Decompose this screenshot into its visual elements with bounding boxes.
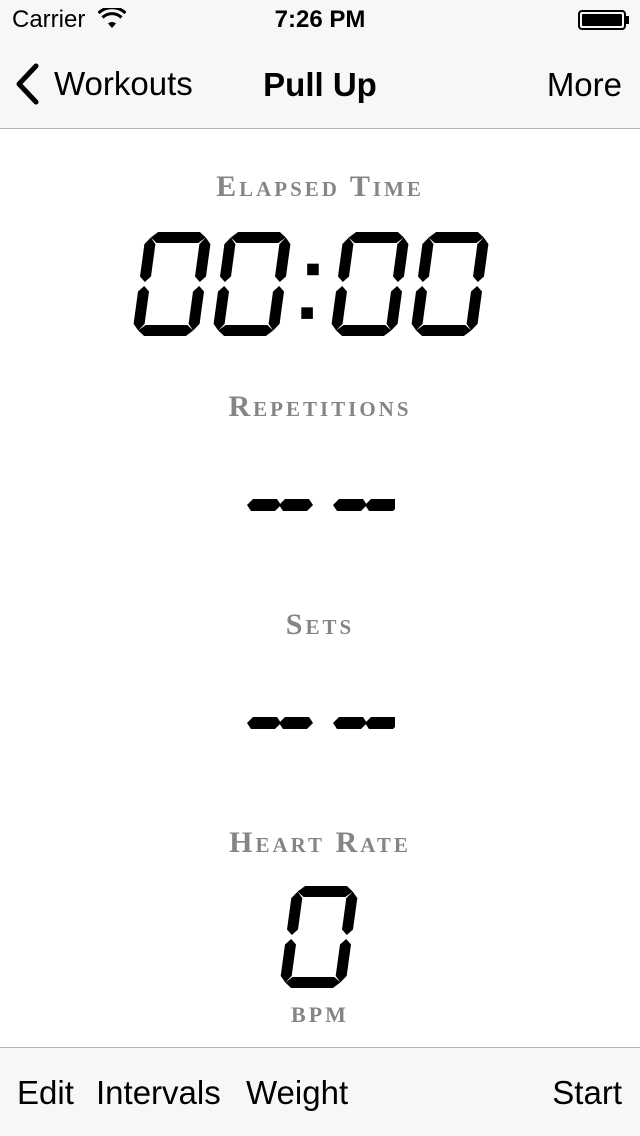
start-button[interactable]: Start — [552, 1074, 622, 1112]
elapsed-time-display — [0, 232, 640, 340]
elapsed-time-label: Elapsed Time — [216, 170, 424, 203]
lcd-dash — [279, 499, 313, 511]
lcd-digit — [280, 886, 358, 988]
sets-display — [0, 712, 640, 734]
lcd-dash — [333, 717, 367, 729]
lcd-segment-f — [338, 237, 354, 282]
lcd-dash — [247, 499, 281, 511]
status-bar: Carrier 7:26 PM — [0, 0, 640, 40]
repetitions-digits — [247, 499, 395, 511]
lcd-colon-dot — [307, 263, 319, 276]
workout-screen: Carrier 7:26 PM Workouts Pull Up More El… — [0, 0, 640, 1136]
lcd-segment-b — [342, 891, 358, 935]
repetitions-display — [0, 494, 640, 516]
bpm-unit-label: BPM — [291, 1002, 349, 1027]
heart-rate-digits — [280, 886, 358, 988]
elapsed-time-digits — [133, 232, 489, 336]
lcd-digit — [331, 232, 409, 336]
lcd-segment-a — [150, 232, 206, 243]
lcd-segment-a — [428, 232, 484, 243]
status-time: 7:26 PM — [274, 6, 366, 33]
lcd-segment-d — [285, 977, 341, 988]
lcd-digit — [133, 232, 211, 336]
navigation-bar: Workouts Pull Up More — [0, 40, 640, 129]
lcd-segment-c — [268, 286, 284, 331]
lcd-segment-f — [140, 237, 156, 282]
more-button[interactable]: More — [547, 66, 622, 104]
lcd-segment-a — [348, 232, 404, 243]
lcd-segment-c — [335, 939, 351, 983]
lcd-segment-b — [195, 237, 211, 282]
lcd-segment-e — [331, 286, 347, 331]
lcd-segment-f — [287, 891, 303, 935]
lcd-segment-d — [416, 325, 472, 336]
lcd-dash — [333, 499, 367, 511]
intervals-button[interactable]: Intervals — [96, 1074, 221, 1112]
lcd-segment-d — [138, 325, 194, 336]
lcd-digit — [411, 232, 489, 336]
lcd-dash — [365, 717, 395, 729]
repetitions-label: Repetitions — [228, 390, 412, 423]
lcd-segment-b — [275, 237, 291, 282]
heart-rate-label: Heart Rate — [229, 826, 411, 859]
sets-digits — [247, 717, 395, 729]
bottom-toolbar: Edit Intervals Weight Start — [0, 1047, 640, 1136]
lcd-segment-b — [473, 237, 489, 282]
lcd-segment-b — [393, 237, 409, 282]
heart-rate-display — [0, 886, 640, 990]
lcd-segment-d — [218, 325, 274, 336]
lcd-segment-e — [213, 286, 229, 331]
lcd-segment-f — [418, 237, 434, 282]
lcd-segment-a — [230, 232, 286, 243]
lcd-dash — [279, 717, 313, 729]
lcd-segment-a — [297, 886, 353, 897]
weight-button[interactable]: Weight — [246, 1074, 348, 1112]
lcd-digit — [213, 232, 291, 336]
lcd-segment-e — [411, 286, 427, 331]
lcd-dash — [365, 499, 395, 511]
lcd-segment-c — [386, 286, 402, 331]
battery-icon — [578, 10, 629, 30]
edit-button[interactable]: Edit — [17, 1074, 74, 1112]
lcd-segment-f — [220, 237, 236, 282]
lcd-colon-dot — [301, 307, 313, 319]
sets-label: Sets — [285, 608, 355, 641]
lcd-segment-c — [466, 286, 482, 331]
page-title: Pull Up — [263, 66, 377, 103]
lcd-segment-e — [280, 939, 296, 983]
lcd-segment-c — [188, 286, 204, 331]
lcd-dash — [247, 717, 281, 729]
lcd-segment-d — [336, 325, 392, 336]
lcd-segment-e — [133, 286, 149, 331]
